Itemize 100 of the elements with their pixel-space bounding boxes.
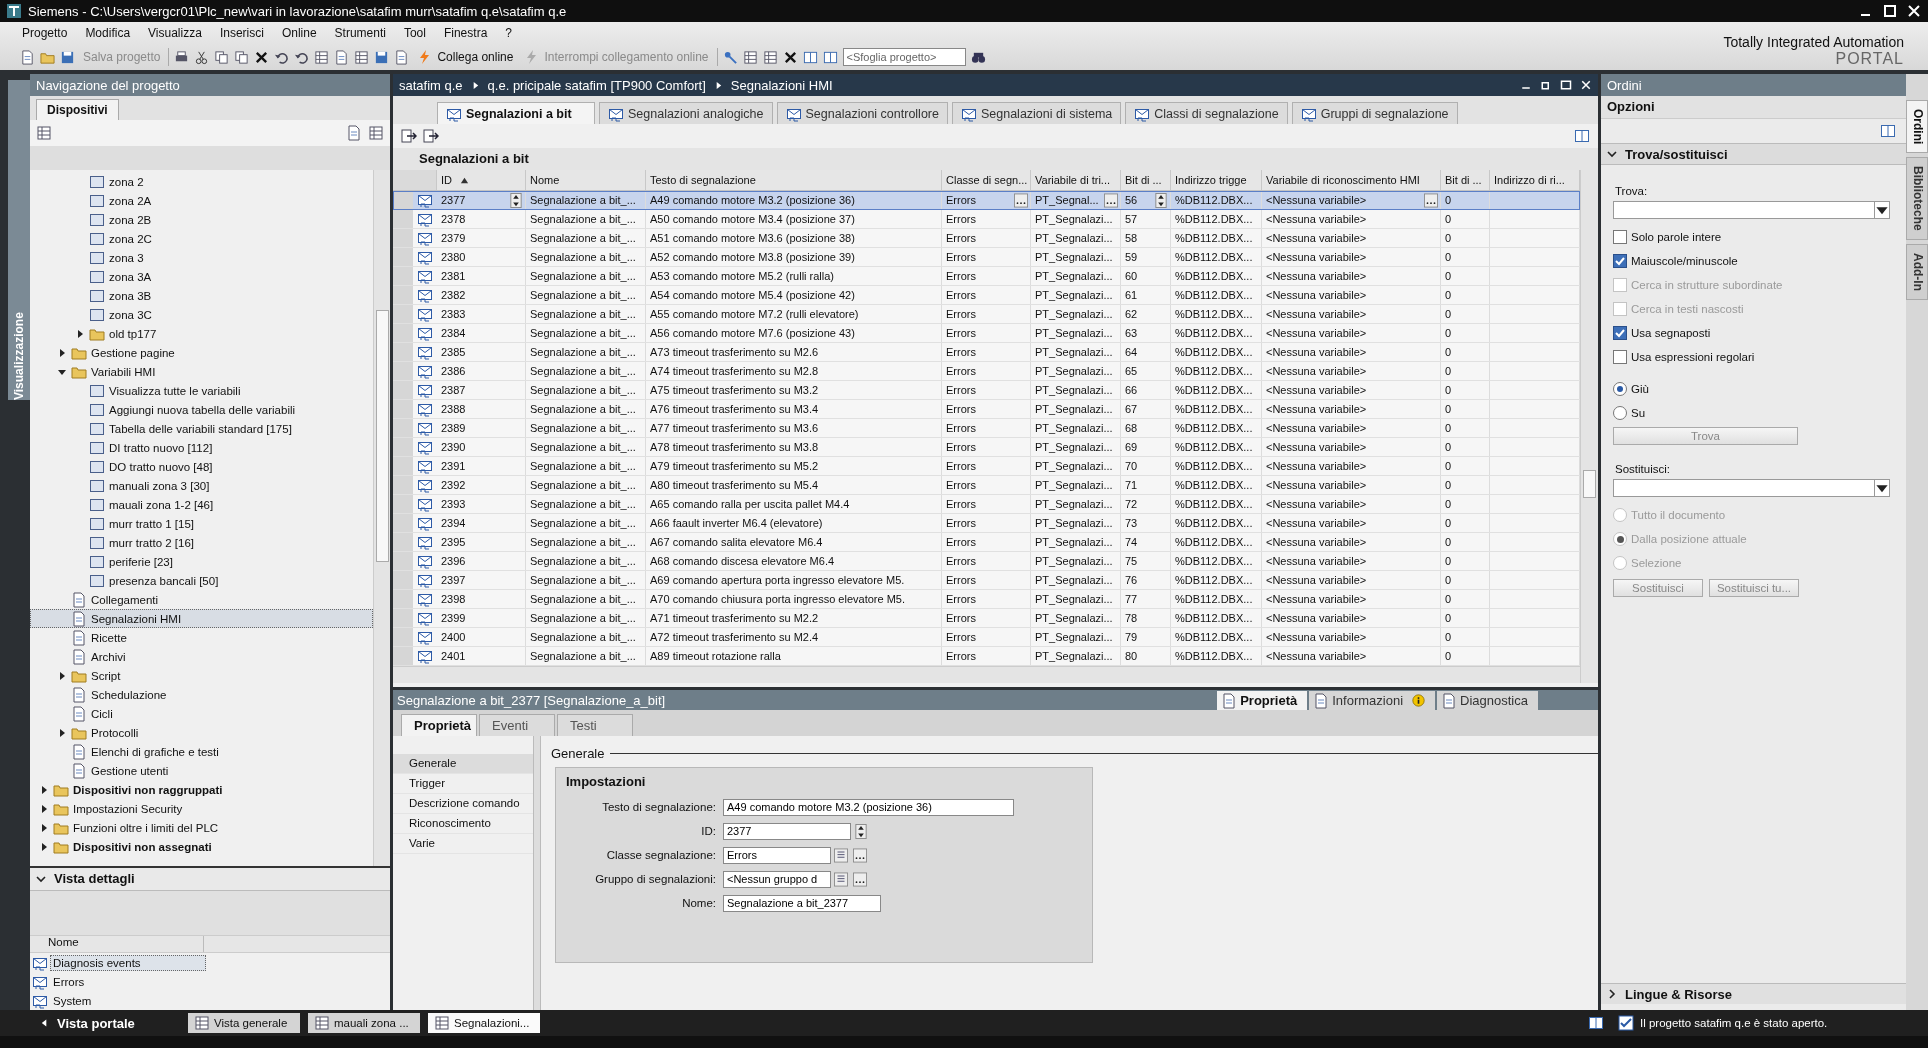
split-view-icon[interactable] bbox=[802, 49, 818, 65]
maximize-icon[interactable] bbox=[1882, 3, 1898, 19]
table-row[interactable]: 2396 Segnalazione a bit_... A68 comando discesa elevatore M6.4 Errors PT_Segnalazi... 75 %DB112.DBX... <Nessuna variabile> 0 bbox=[393, 552, 1580, 571]
tree-item[interactable]: Gestione utenti bbox=[30, 761, 373, 780]
maximize-icon[interactable] bbox=[1560, 79, 1572, 91]
tree-item[interactable]: Archivi bbox=[30, 647, 373, 666]
editor-tab[interactable]: Gruppi di segnalazione bbox=[1291, 102, 1458, 124]
editor-tab[interactable]: Classi di segnalazione bbox=[1125, 102, 1288, 124]
more-icon[interactable] bbox=[1104, 192, 1118, 208]
menu-item[interactable]: Online bbox=[273, 24, 325, 42]
tree-item[interactable]: Schedulazione bbox=[30, 685, 373, 704]
input-field[interactable]: A49 comando motore M3.2 (posizione 36) bbox=[723, 798, 1014, 816]
tree-item[interactable]: Cicli bbox=[30, 704, 373, 723]
tree-item[interactable]: Segnalazioni HMI bbox=[30, 609, 373, 628]
side-tab[interactable]: Biblioteche bbox=[1906, 157, 1928, 241]
delete-icon[interactable] bbox=[782, 49, 798, 65]
table-row[interactable]: 2379 Segnalazione a bit_... A51 comando motore M3.6 (posizione 38) Errors PT_Segnalazi... 58 %DB112.DBX... <Nessuna variabile> 0 bbox=[393, 229, 1580, 248]
editor-tab[interactable]: Segnalazioni di sistema bbox=[951, 102, 1122, 124]
tree-item[interactable]: zona 3C bbox=[30, 305, 373, 324]
menu-item[interactable]: Modifica bbox=[77, 24, 139, 42]
tree-item[interactable]: mauali zona 1-2 [46] bbox=[30, 495, 373, 514]
chevron-icon[interactable] bbox=[36, 873, 46, 884]
checkbox[interactable] bbox=[1613, 350, 1627, 364]
table-icon[interactable] bbox=[354, 49, 370, 65]
table-row[interactable]: 2385 Segnalazione a bit_... A73 timeout trasferimento su M2.6 Errors PT_Segnalazi... 64 %DB112.DBX... <Nessuna variabile> 0 bbox=[393, 343, 1580, 362]
document-icon[interactable] bbox=[334, 49, 350, 65]
side-tab[interactable]: Add-In bbox=[1906, 244, 1928, 301]
table-icon[interactable] bbox=[762, 49, 778, 65]
tree-item[interactable]: presenza bancali [50] bbox=[30, 571, 373, 590]
table-row[interactable]: 2398 Segnalazione a bit_... A70 comando chiusura porta ingresso elevatore M5. Errors PT_Segnalazi... 77 %DB112.DBX... <Nessuna variabile> 0 bbox=[393, 590, 1580, 609]
chevron-icon[interactable] bbox=[1607, 149, 1617, 159]
table-row[interactable]: 2378 Segnalazione a bit_... A50 comando motore M3.4 (posizione 37) Errors PT_Segnalazi... 57 %DB112.DBX... <Nessuna variabile> 0 bbox=[393, 210, 1580, 229]
tree-item[interactable]: zona 2 bbox=[30, 172, 373, 191]
table-row[interactable]: 2388 Segnalazione a bit_... A76 timeout trasferimento su M3.4 Errors PT_Segnalazi... 67 %DB112.DBX... <Nessuna variabile> 0 bbox=[393, 400, 1580, 419]
tree-item[interactable]: zona 2A bbox=[30, 191, 373, 210]
side-tab[interactable]: Visualizzazione bbox=[8, 80, 30, 400]
table-row[interactable]: 2393 Segnalazione a bit_... A65 comando ralla per uscita pallet M4.4 Errors PT_Segnalazi... 72 %DB112.DBX... <Nessuna variabile> 0 bbox=[393, 495, 1580, 514]
inspector-tab[interactable]: Informazioni bbox=[1309, 691, 1436, 710]
replace-field[interactable] bbox=[1613, 479, 1890, 497]
scrollbar[interactable] bbox=[373, 170, 390, 866]
save-icon[interactable] bbox=[374, 49, 390, 65]
table-row[interactable]: 2387 Segnalazione a bit_... A75 timeout trasferimento su M3.2 Errors PT_Segnalazi... 66 %DB112.DBX... <Nessuna variabile> 0 bbox=[393, 381, 1580, 400]
breadcrumb-item[interactable]: Segnalazioni HMI bbox=[730, 77, 833, 93]
editor-tab[interactable]: Segnalazioni controllore bbox=[776, 102, 948, 124]
menu-item[interactable]: Inserisci bbox=[211, 24, 272, 42]
table-row[interactable]: 2401 Segnalazione a bit_... A89 timeout rotazione ralla Errors PT_Segnalazi... 80 %DB112.DBX... <Nessuna variabile> 0 bbox=[393, 647, 1580, 666]
save-icon[interactable] bbox=[60, 49, 75, 65]
more-icon[interactable] bbox=[853, 847, 867, 863]
tree-item[interactable]: zona 2C bbox=[30, 229, 373, 248]
document-icon[interactable] bbox=[394, 49, 410, 65]
checkbox-option[interactable]: Solo parole intere bbox=[1613, 225, 1892, 249]
column-header[interactable]: Variabile di riconoscimento HMI bbox=[1262, 170, 1441, 190]
column-header[interactable]: ID bbox=[437, 170, 526, 190]
menu-item[interactable]: Strumenti bbox=[326, 24, 394, 42]
tree-item[interactable]: Impostazioni Security bbox=[30, 799, 373, 818]
restore-icon[interactable] bbox=[1540, 79, 1552, 91]
list-icon[interactable] bbox=[834, 847, 848, 863]
more-icon[interactable] bbox=[1014, 192, 1028, 208]
expander-icon[interactable] bbox=[39, 822, 49, 833]
taskbar-item[interactable]: Vista generale bbox=[188, 1013, 300, 1033]
column-header[interactable]: Variabile di tri... bbox=[1031, 170, 1121, 190]
tree-item[interactable]: Variabili HMI bbox=[30, 362, 373, 381]
editor-tab[interactable]: Segnalazioni a bit bbox=[437, 102, 595, 124]
chevron-icon[interactable] bbox=[1607, 989, 1617, 999]
list-item[interactable]: System bbox=[50, 992, 95, 1009]
expander-icon[interactable] bbox=[39, 784, 49, 795]
checkbox[interactable] bbox=[1613, 326, 1627, 340]
tree-item[interactable]: old tp177 bbox=[30, 324, 373, 343]
close-icon[interactable] bbox=[1580, 79, 1592, 91]
tree-item[interactable]: Elenchi di grafiche e testi bbox=[30, 742, 373, 761]
dropdown-icon[interactable] bbox=[1874, 480, 1889, 496]
tree-item[interactable]: zona 2B bbox=[30, 210, 373, 229]
table-row[interactable]: 2377 Segnalazione a bit_... A49 comando motore M3.2 (posizione 36) Errors PT_Segnal... 56 %DB112.DBX... <Nessuna variabile> 0 bbox=[393, 191, 1580, 210]
menu-item[interactable]: Finestra bbox=[435, 24, 496, 42]
table-row[interactable]: 2400 Segnalazione a bit_... A72 timeout trasferimento su M2.4 Errors PT_Segnalazi... 79 %DB112.DBX... <Nessuna variabile> 0 bbox=[393, 628, 1580, 647]
table-row[interactable]: 2383 Segnalazione a bit_... A55 comando motore M7.2 (rulli elevatore) Errors PT_Segnalazi... 62 %DB112.DBX... <Nessuna variabile> 0 bbox=[393, 305, 1580, 324]
close-icon[interactable] bbox=[1906, 3, 1922, 19]
copy-icon[interactable] bbox=[214, 49, 230, 65]
tree-item[interactable]: murr tratto 2 [16] bbox=[30, 533, 373, 552]
import-icon[interactable] bbox=[423, 128, 439, 144]
tree-item[interactable]: Collegamenti bbox=[30, 590, 373, 609]
tree-item[interactable]: Ricette bbox=[30, 628, 373, 647]
table-row[interactable]: 2399 Segnalazione a bit_... A71 timeout trasferimento su M2.2 Errors PT_Segnalazi... 78 %DB112.DBX... <Nessuna variabile> 0 bbox=[393, 609, 1580, 628]
tree-item[interactable]: periferie [23] bbox=[30, 552, 373, 571]
tree-item[interactable]: Visualizza tutte le variabili bbox=[30, 381, 373, 400]
scrollbar[interactable] bbox=[1580, 170, 1598, 683]
column-header[interactable]: Bit di ... bbox=[1121, 170, 1171, 190]
properties-tab[interactable]: Eventi bbox=[479, 714, 555, 736]
checkbox-option[interactable]: Usa segnaposti bbox=[1613, 321, 1892, 345]
section-link[interactable]: Generale bbox=[393, 754, 533, 774]
expander-icon[interactable] bbox=[57, 347, 67, 358]
tree-item[interactable]: Dispositivi non assegnati bbox=[30, 837, 373, 856]
table-row[interactable]: 2397 Segnalazione a bit_... A69 comando apertura porta ingresso elevatore M5. Errors PT_Segnalazi... 76 %DB112.DBX... <Nessuna variabile> 0 bbox=[393, 571, 1580, 590]
expander-icon[interactable] bbox=[57, 670, 67, 681]
properties-tab[interactable]: Testi bbox=[557, 714, 633, 736]
input-field[interactable]: Errors bbox=[723, 846, 831, 864]
tree-item[interactable]: murr tratto 1 [15] bbox=[30, 514, 373, 533]
column-header[interactable]: Bit di ... bbox=[1441, 170, 1490, 190]
copy-icon[interactable] bbox=[234, 49, 250, 65]
spinner-icon[interactable] bbox=[509, 192, 523, 208]
